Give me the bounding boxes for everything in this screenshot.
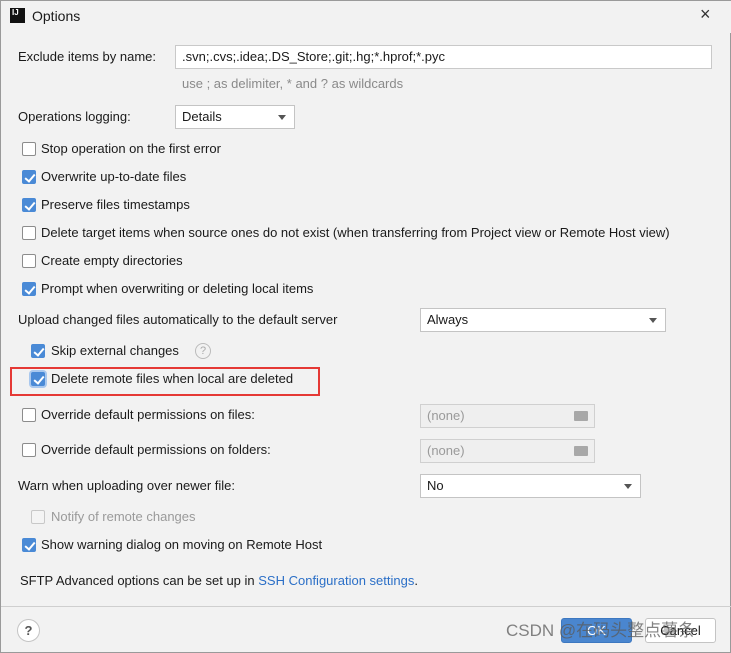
option-label: Overwrite up-to-date files [41,169,187,184]
option-label: Prompt when overwriting or deleting loca… [41,281,314,296]
perm-folders-field: (none) [420,439,595,463]
show-warning-label: Show warning dialog on moving on Remote … [41,537,323,552]
warn-select[interactable]: No [420,474,641,498]
warn-label: Warn when uploading over newer file: [18,478,236,493]
upload-value: Always [427,312,469,327]
close-icon[interactable]: × [700,5,711,23]
logging-select[interactable]: Details [175,105,295,129]
perm-files-field: (none) [420,404,595,428]
option-checkbox[interactable] [22,142,36,156]
title-bar: IJ _ Options × [1,1,731,33]
perm-files-label: Override default permissions on files: [41,407,255,422]
chevron-down-icon [649,318,657,323]
notify-label: Notify of remote changes [51,509,196,524]
warn-value: No [427,478,444,493]
delete-remote-checkbox[interactable] [31,372,45,386]
exclude-input[interactable]: .svn;.cvs;.idea;.DS_Store;.git;.hg;*.hpr… [175,45,712,69]
exclude-hint: use ; as delimiter, * and ? as wildcards [182,76,404,91]
perm-files-checkbox[interactable] [22,408,36,422]
option-checkbox[interactable] [22,254,36,268]
option-checkbox[interactable] [22,198,36,212]
help-icon[interactable]: ? [195,343,211,359]
perm-folders-value: (none) [427,443,465,458]
watermark: CSDN @在码头整点薯条 [506,621,696,640]
show-warning-checkbox[interactable] [22,538,36,552]
option-label: Create empty directories [41,253,183,268]
notify-checkbox [31,510,45,524]
sftp-prefix: SFTP Advanced options can be set up in [20,573,259,588]
folder-icon [574,446,588,456]
upload-select[interactable]: Always [420,308,666,332]
upload-label: Upload changed files automatically to th… [18,312,338,327]
skip-external-label: Skip external changes [51,343,179,358]
footer-divider [1,606,731,607]
folder-icon [574,411,588,421]
sftp-suffix: . [414,573,418,588]
option-checkbox[interactable] [22,282,36,296]
logging-label: Operations logging: [18,109,131,124]
perm-folders-label: Override default permissions on folders: [41,442,271,457]
perm-files-value: (none) [427,408,465,423]
perm-folders-checkbox[interactable] [22,443,36,457]
logging-value: Details [182,109,222,124]
skip-external-checkbox[interactable] [31,344,45,358]
option-checkbox[interactable] [22,226,36,240]
sftp-text: SFTP Advanced options can be set up in S… [20,573,418,589]
help-button[interactable]: ? [17,619,40,642]
delete-remote-label: Delete remote files when local are delet… [51,371,294,386]
chevron-down-icon [278,115,286,120]
intellij-logo-icon: IJ _ [10,8,25,26]
window-title: Options [32,8,81,24]
option-label: Delete target items when source ones do … [41,225,670,240]
option-label: Preserve files timestamps [41,197,190,212]
option-checkbox[interactable] [22,170,36,184]
ssh-config-link[interactable]: SSH Configuration settings [258,573,414,588]
chevron-down-icon [624,484,632,489]
option-label: Stop operation on the first error [41,141,221,156]
exclude-label: Exclude items by name: [18,49,157,64]
